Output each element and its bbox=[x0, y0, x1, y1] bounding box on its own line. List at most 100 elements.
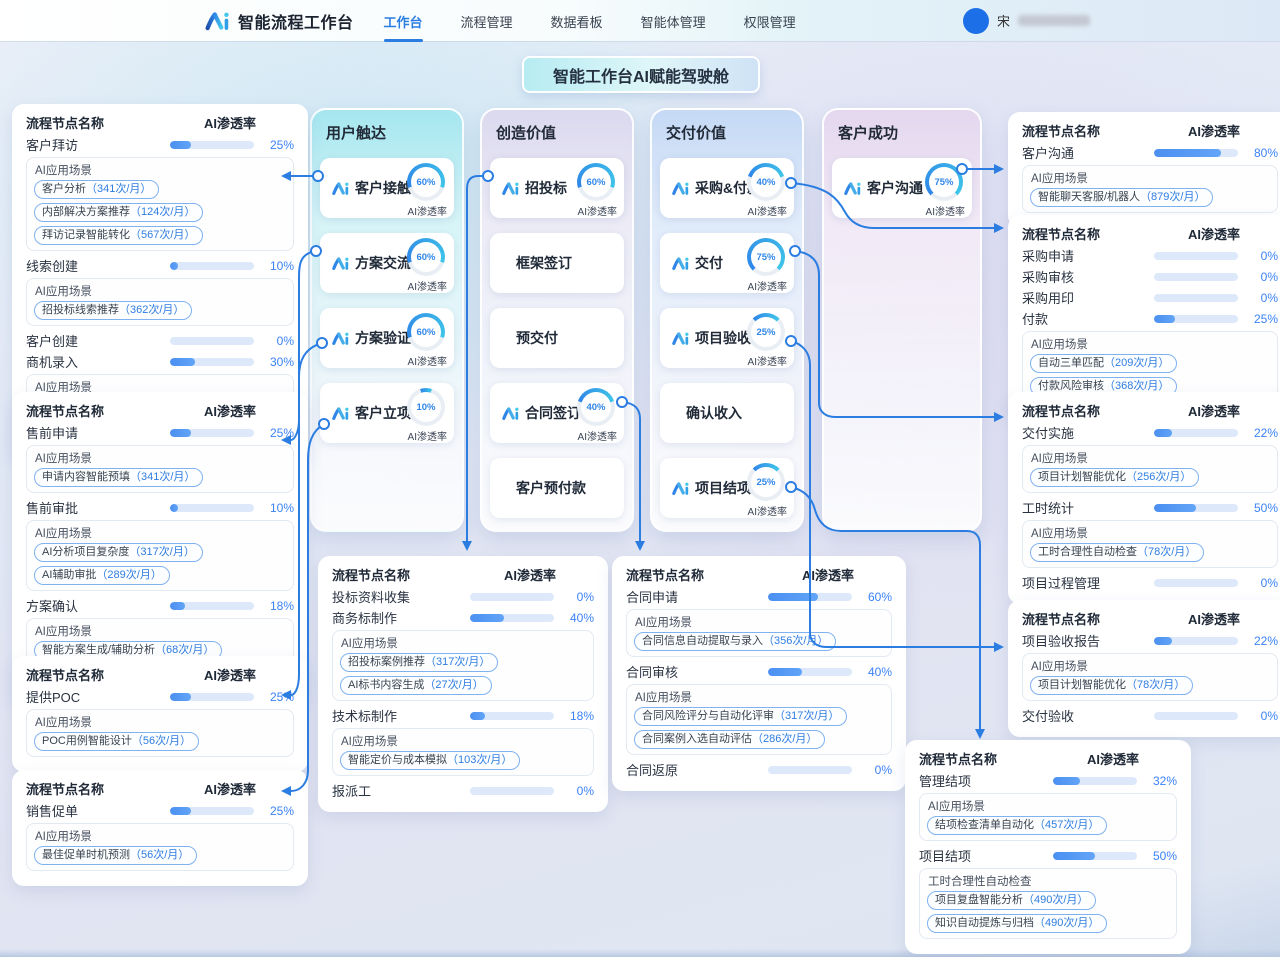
scenario-chip: AI标书内容生成（27次/月） bbox=[340, 676, 492, 695]
info-card-header: 流程节点名称AI渗透率 bbox=[626, 565, 892, 583]
process-name: 客户创建 bbox=[26, 331, 78, 350]
process-name: 投标资料收集 bbox=[332, 587, 410, 606]
scenario-chip-list: 招投标案例推荐（317次/月）AI标书内容生成（27次/月） bbox=[340, 653, 586, 695]
penetration-donut-label: AI渗透率 bbox=[748, 278, 787, 293]
info-card-header: 流程节点名称 AI渗透率 bbox=[1022, 609, 1278, 627]
process-node-card[interactable]: 客户预付款 bbox=[490, 458, 624, 518]
process-node-card[interactable]: 确认收入 bbox=[660, 383, 794, 443]
node-main: 合同签订 bbox=[490, 383, 581, 443]
process-name: 线索创建 bbox=[26, 256, 78, 275]
process-info-card-L3: 流程节点名称AI渗透率提供POC25%AI应用场景POC用例智能设计（56次/月… bbox=[12, 656, 308, 772]
nav-item-process-mgmt[interactable]: 流程管理 bbox=[459, 1, 515, 40]
process-node-card[interactable]: 客户立项10%AI渗透率 bbox=[320, 383, 454, 443]
scenario-chip: 智能聊天客服/机器人（879次/月） bbox=[1030, 188, 1213, 207]
nav-item-perm-mgmt[interactable]: 权限管理 bbox=[742, 1, 798, 40]
process-name: 商务标制作 bbox=[332, 608, 397, 627]
node-main: 项目验收 bbox=[660, 308, 751, 368]
ai-scenario-box: AI应用场景项目计划智能优化（78次/月） bbox=[1022, 653, 1278, 701]
ai-node-icon bbox=[672, 331, 690, 346]
process-node-card[interactable]: 采购&付款40%AI渗透率 bbox=[660, 158, 794, 218]
bar-track bbox=[1154, 429, 1238, 437]
process-node-card[interactable]: 招投标60%AI渗透率 bbox=[490, 158, 624, 218]
process-node-card[interactable]: 客户接触60%AI渗透率 bbox=[320, 158, 454, 218]
ai-node-icon bbox=[672, 181, 690, 196]
node-main: 方案交流 bbox=[320, 233, 411, 293]
bar-fill bbox=[1154, 315, 1175, 323]
process-node-card[interactable]: 项目结项25%AI渗透率 bbox=[660, 458, 794, 518]
penetration-donut-label: AI渗透率 bbox=[748, 353, 787, 368]
scenario-chip-list: 最佳促单时机预测（56次/月） bbox=[34, 846, 286, 865]
nav-item-agent-mgmt[interactable]: 智能体管理 bbox=[639, 1, 708, 40]
stage-column-create: 创造价值招投标60%AI渗透率框架签订预交付合同签订40%AI渗透率客户预付款 bbox=[480, 108, 634, 532]
connector-arrow bbox=[975, 729, 985, 739]
user-account[interactable]: 宋 bbox=[963, 0, 1090, 41]
ai-scenario-label: AI应用场景 bbox=[1031, 658, 1270, 674]
bar-fill bbox=[1053, 852, 1095, 860]
node-main: 确认收入 bbox=[660, 383, 742, 443]
process-node-card[interactable]: 预交付 bbox=[490, 308, 624, 368]
nav-item-data-board[interactable]: 数据看板 bbox=[549, 1, 605, 40]
process-name: 商机录入 bbox=[26, 352, 78, 371]
connector-arrow bbox=[994, 642, 1004, 652]
process-node-card[interactable]: 客户沟通75%AI渗透率 bbox=[832, 158, 972, 218]
penetration-bar: 30% bbox=[170, 355, 294, 369]
penetration-bar: 50% bbox=[1053, 849, 1177, 863]
chip-count: （103次/月） bbox=[447, 753, 512, 768]
bar-fill bbox=[170, 262, 178, 270]
penetration-donut-value: 40% bbox=[581, 392, 611, 422]
process-name: 报派工 bbox=[332, 781, 371, 800]
process-info-card-R1: 流程节点名称AI渗透率客户沟通80%AI应用场景智能聊天客服/机器人（879次/… bbox=[1008, 112, 1280, 228]
info-card-header: 流程节点名称AI渗透率 bbox=[1022, 224, 1278, 242]
process-node-card[interactable]: 方案验证60%AI渗透率 bbox=[320, 308, 454, 368]
ai-scenario-box: AI应用场景招投标案例推荐（317次/月）AI标书内容生成（27次/月） bbox=[332, 630, 594, 701]
node-col-header: 流程节点名称 bbox=[1022, 609, 1100, 628]
scenario-chip: 客户分析（341次/月） bbox=[34, 180, 159, 199]
ai-scenario-label: AI应用场景 bbox=[35, 450, 286, 466]
ai-scenario-label: AI应用场景 bbox=[35, 714, 286, 730]
process-row: 采购用印0% bbox=[1022, 287, 1278, 308]
stage-column-deliver: 交付价值采购&付款40%AI渗透率交付75%AI渗透率项目验收25%AI渗透率确… bbox=[650, 108, 804, 532]
bar-fill bbox=[1053, 777, 1080, 785]
process-node-card[interactable]: 框架签订 bbox=[490, 233, 624, 293]
rate-col-header: AI渗透率 bbox=[1188, 609, 1240, 628]
penetration-donut-value: 10% bbox=[411, 392, 441, 422]
node-main: 客户预付款 bbox=[490, 458, 586, 518]
process-row: 合同申请60% bbox=[626, 586, 892, 607]
penetration-value: 18% bbox=[262, 599, 294, 613]
bar-fill bbox=[1154, 429, 1172, 437]
penetration-bar: 22% bbox=[1154, 426, 1278, 440]
node-main: 客户立项 bbox=[320, 383, 411, 443]
bar-track bbox=[170, 141, 254, 149]
penetration-value: 0% bbox=[1246, 709, 1278, 723]
penetration-donut-value: 25% bbox=[751, 467, 781, 497]
process-row: 合同审核40% bbox=[626, 661, 892, 682]
scenario-chip: 项目复盘智能分析（490次/月） bbox=[927, 891, 1096, 910]
process-node-card[interactable]: 项目验收25%AI渗透率 bbox=[660, 308, 794, 368]
chip-count: （490次/月） bbox=[1023, 893, 1088, 908]
ai-node-icon bbox=[672, 256, 690, 271]
node-main: 招投标 bbox=[490, 158, 567, 218]
bar-track bbox=[470, 712, 554, 720]
penetration-donut-label: AI渗透率 bbox=[408, 353, 447, 368]
rate-col-header: AI渗透率 bbox=[204, 779, 256, 798]
penetration-value: 25% bbox=[262, 426, 294, 440]
ai-scenario-box: 工时合理性自动检查项目复盘智能分析（490次/月）知识自动提炼与归档（490次/… bbox=[919, 868, 1177, 939]
scenario-chip-list: 自动三单匹配（209次/月）付款风险审核（368次/月） bbox=[1030, 354, 1270, 396]
bar-track bbox=[1154, 252, 1238, 260]
penetration-bar: 80% bbox=[1154, 146, 1278, 160]
process-node-card[interactable]: 方案交流60%AI渗透率 bbox=[320, 233, 454, 293]
process-name: 客户拜访 bbox=[26, 135, 78, 154]
chip-text: 自动三单匹配 bbox=[1038, 356, 1104, 371]
ai-scenario-label: AI应用场景 bbox=[35, 283, 286, 299]
chip-count: （56次/月） bbox=[132, 734, 191, 749]
process-row: 技术标制作18% bbox=[332, 705, 594, 726]
bar-track bbox=[470, 787, 554, 795]
process-name: 项目结项 bbox=[919, 846, 971, 865]
process-node-card[interactable]: 交付75%AI渗透率 bbox=[660, 233, 794, 293]
bar-track bbox=[768, 668, 852, 676]
node-name: 客户沟通 bbox=[867, 178, 923, 198]
process-node-card[interactable]: 合同签订40%AI渗透率 bbox=[490, 383, 624, 443]
nav-item-workbench[interactable]: 工作台 bbox=[382, 1, 425, 40]
user-avatar[interactable] bbox=[963, 8, 989, 34]
bar-track bbox=[768, 766, 852, 774]
